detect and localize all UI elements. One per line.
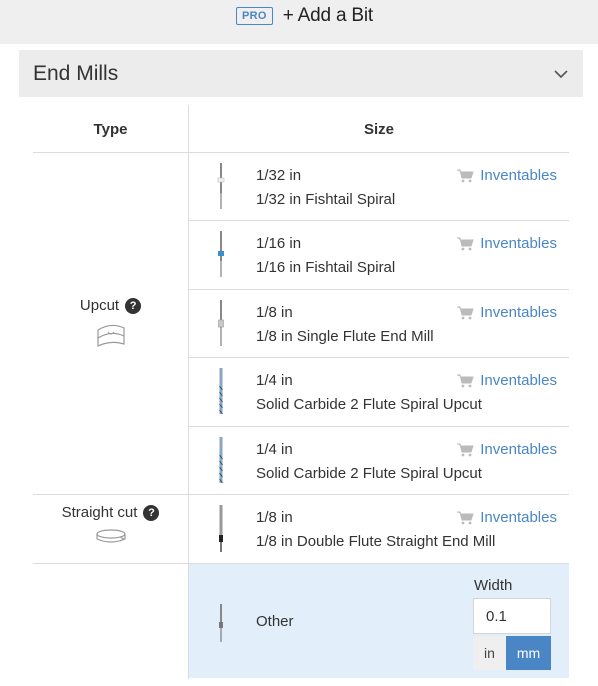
bit-size: 1/8 in (256, 304, 293, 321)
cart-icon (457, 511, 474, 524)
bit-name: Solid Carbide 2 Flute Spiral Upcut (256, 396, 482, 413)
bit-row[interactable]: 1/16 in 1/16 in Fishtail Spiral Inventab… (189, 221, 569, 289)
bit-name: 1/32 in Fishtail Spiral (256, 191, 396, 208)
help-icon[interactable]: ? (125, 297, 142, 314)
other-label: Other (256, 613, 294, 630)
vendor-link[interactable]: Inventables (457, 304, 557, 321)
vendor-label: Inventables (480, 235, 557, 252)
unit-in-button[interactable]: in (473, 636, 506, 670)
end-mills-section-header[interactable]: End Mills (19, 50, 583, 97)
bit-name: 1/8 in Single Flute End Mill (256, 328, 434, 345)
width-input[interactable] (473, 598, 551, 634)
vendor-link[interactable]: Inventables (457, 235, 557, 252)
bit-size: 1/16 in (256, 235, 302, 252)
vendor-link[interactable]: Inventables (457, 372, 557, 389)
bit-size: 1/4 in (256, 441, 293, 458)
cart-icon (457, 374, 474, 387)
bit-row[interactable]: 1/32 in 1/32 in Fishtail Spiral Inventab… (189, 153, 569, 220)
bit-size: 1/8 in (256, 509, 293, 526)
vendor-label: Inventables (480, 167, 557, 184)
help-icon[interactable]: ? (143, 504, 160, 521)
bit-image (218, 231, 224, 277)
vendor-label: Inventables (480, 441, 557, 458)
vendor-link[interactable]: Inventables (457, 509, 557, 526)
type-straight-cut: Straight cut ? (33, 504, 188, 547)
unit-mm-button[interactable]: mm (506, 636, 551, 670)
type-straight-cut-label: Straight cut (61, 504, 138, 521)
cart-icon (457, 306, 474, 319)
vendor-label: Inventables (480, 509, 557, 526)
type-upcut-label: Upcut (79, 297, 120, 314)
vendor-label: Inventables (480, 304, 557, 321)
add-bit-label: + Add a Bit (282, 5, 373, 26)
bit-name: Solid Carbide 2 Flute Spiral Upcut (256, 465, 482, 482)
bit-image (218, 300, 224, 346)
bit-image (219, 604, 223, 642)
bit-size: 1/4 in (256, 372, 293, 389)
vendor-label: Inventables (480, 372, 557, 389)
cart-icon (457, 237, 474, 250)
upcut-icon (96, 324, 125, 347)
toolbar: PRO + Add a Bit (0, 0, 598, 44)
bit-image (219, 368, 223, 415)
bit-size: 1/32 in (256, 167, 302, 184)
bit-row[interactable]: 1/4 in Solid Carbide 2 Flute Spiral Upcu… (189, 427, 569, 494)
add-bit-button[interactable]: PRO + Add a Bit (236, 4, 373, 28)
pro-badge: PRO (236, 7, 273, 25)
bit-image (219, 437, 223, 484)
vendor-link[interactable]: Inventables (457, 441, 557, 458)
bit-row[interactable]: 1/8 in 1/8 in Double Flute Straight End … (189, 495, 569, 563)
bit-name: 1/8 in Double Flute Straight End Mill (256, 533, 496, 550)
bit-name: 1/16 in Fishtail Spiral (256, 259, 396, 276)
straight-cut-icon (95, 529, 126, 543)
bit-row[interactable]: 1/4 in Solid Carbide 2 Flute Spiral Upcu… (189, 358, 569, 426)
width-label: Width (474, 577, 513, 594)
bit-row[interactable]: 1/8 in 1/8 in Single Flute End Mill Inve… (189, 290, 569, 357)
bit-row-other[interactable]: Other Width in mm (189, 564, 569, 678)
vendor-link[interactable]: Inventables (457, 167, 557, 184)
chevron-down-icon[interactable] (553, 66, 569, 82)
section-title: End Mills (33, 61, 119, 85)
bit-image (217, 163, 225, 209)
size-column-header: Size (363, 120, 394, 138)
cart-icon (457, 169, 474, 182)
type-upcut: Upcut ? (33, 297, 188, 350)
type-column-header: Type (93, 120, 128, 138)
bit-image (219, 505, 223, 552)
cart-icon (457, 443, 474, 456)
